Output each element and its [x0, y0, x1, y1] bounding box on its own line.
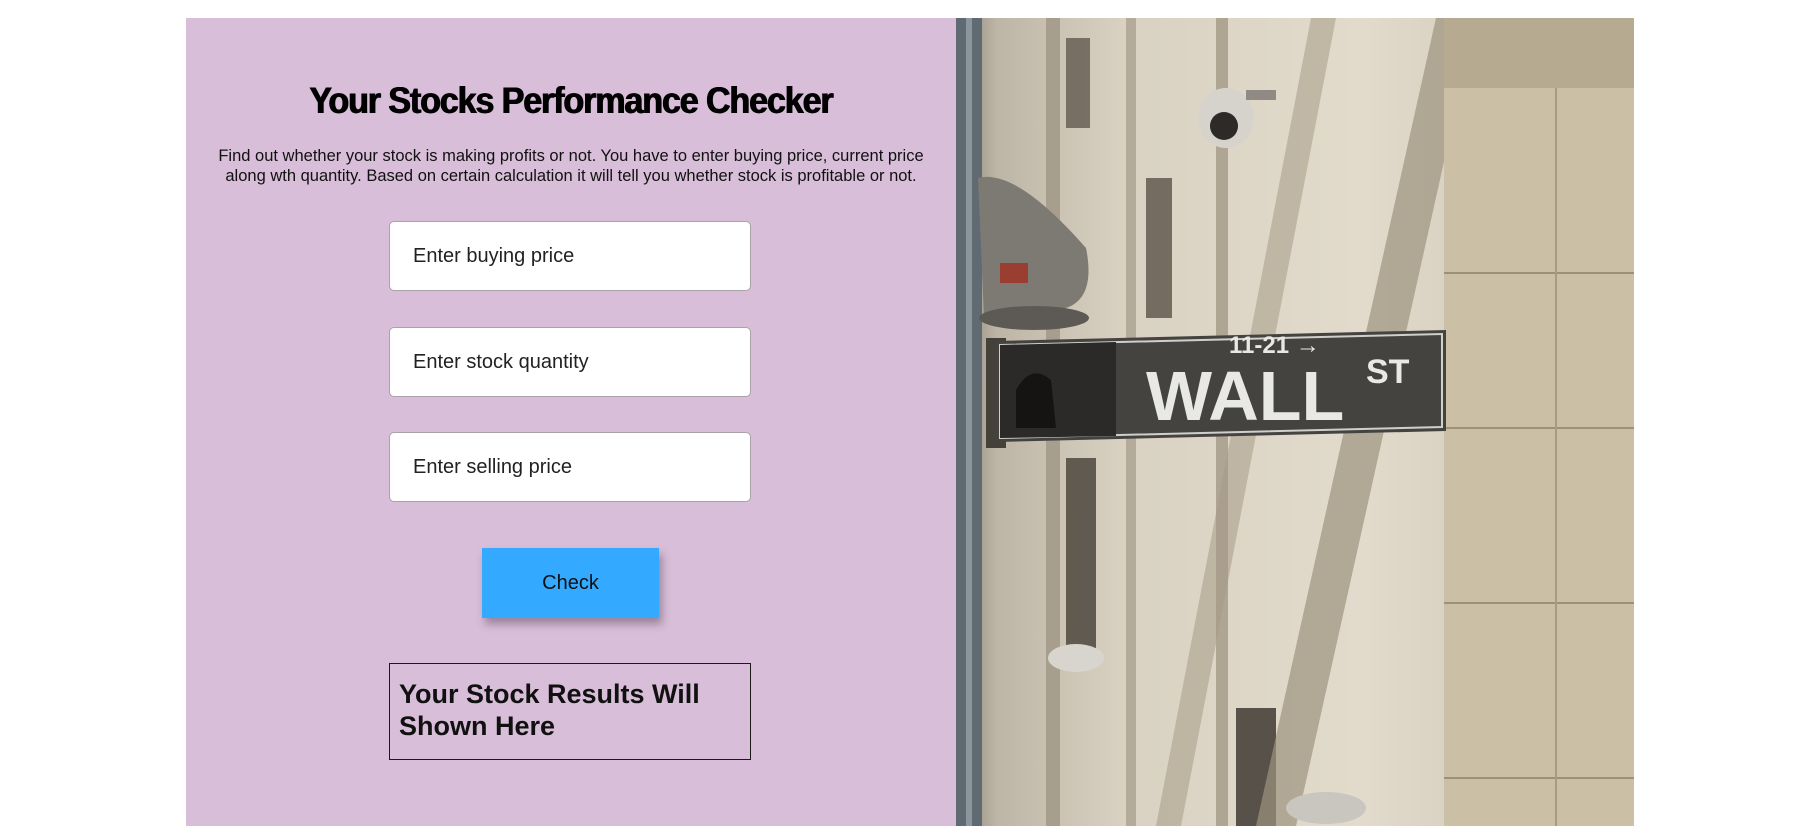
- sign-suffix-text: ST: [1366, 353, 1410, 391]
- page-title: Your Stocks Performance Checker: [309, 80, 833, 121]
- buying-price-input[interactable]: [389, 221, 751, 291]
- page-description: Find out whether your stock is making pr…: [218, 147, 924, 185]
- result-output: Your Stock Results Will Shown Here: [389, 663, 751, 760]
- wall-street-sign-photo: WALL ST 11-21 →: [956, 18, 1634, 826]
- check-button[interactable]: Check: [482, 548, 659, 618]
- stock-quantity-input[interactable]: [389, 327, 751, 397]
- wall-street-photo: WALL ST 11-21 →: [956, 18, 1634, 826]
- sign-number-text: 11-21 →: [1229, 332, 1320, 359]
- sign-main-text: WALL: [1146, 357, 1344, 435]
- selling-price-input[interactable]: [389, 432, 751, 502]
- checker-panel: Your Stocks Performance Checker Find out…: [186, 18, 956, 826]
- app-frame: Your Stocks Performance Checker Find out…: [186, 18, 1634, 826]
